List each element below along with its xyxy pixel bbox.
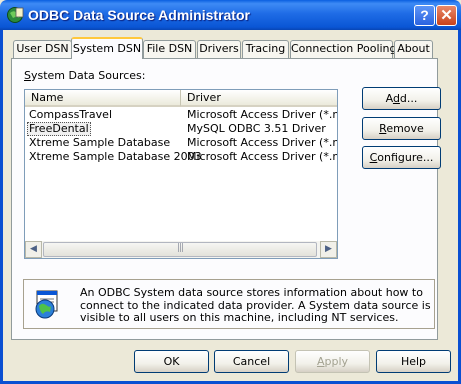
tab-user-dsn[interactable]: User DSN (13, 40, 72, 58)
list-item[interactable]: Xtreme Sample Database 2003 Microsoft Ac… (25, 150, 337, 164)
column-header-name[interactable]: Name (25, 90, 181, 107)
info-description: An ODBC System data source stores inform… (80, 286, 431, 324)
dsn-driver: Microsoft Access Driver (*.mdb) (187, 136, 337, 149)
dsn-name: CompassTravel (29, 108, 113, 121)
tab-system-dsn[interactable]: System DSN (71, 37, 143, 59)
tab-file-dsn[interactable]: File DSN (143, 40, 196, 58)
data-sources-list[interactable]: Name Driver CompassTravel Microsoft Acce… (24, 89, 338, 259)
window-frame-left (0, 30, 3, 384)
dsn-name: FreeDental (27, 122, 91, 136)
ok-button[interactable]: OK (134, 350, 209, 373)
scroll-left-icon[interactable]: ◀ (25, 241, 42, 258)
list-item[interactable]: CompassTravel Microsoft Access Driver (*… (25, 108, 337, 122)
configure-button[interactable]: Configure... (362, 146, 441, 169)
dsn-driver: Microsoft Access Driver (*.mdb) (187, 150, 337, 163)
system-dsn-globe-icon (35, 290, 58, 319)
list-item[interactable]: Xtreme Sample Database Microsoft Access … (25, 136, 337, 150)
dsn-driver: Microsoft Access Driver (*.mdb) (187, 108, 337, 121)
system-data-sources-label: System Data Sources: (24, 69, 146, 82)
tab-about[interactable]: About (394, 40, 433, 58)
window-title: ODBC Data Source Administrator (28, 7, 250, 23)
apply-button[interactable]: Apply (295, 350, 370, 373)
scroll-thumb[interactable]: ||| (43, 242, 317, 257)
dsn-name: Xtreme Sample Database 2003 (29, 150, 202, 163)
help-title-button[interactable]: ? (414, 5, 435, 26)
dsn-driver: MySQL ODBC 3.51 Driver (187, 122, 326, 135)
title-bar[interactable]: ODBC Data Source Administrator ? ✕ (0, 0, 461, 30)
list-item-selected[interactable]: FreeDental MySQL ODBC 3.51 Driver (25, 122, 337, 136)
close-button[interactable]: ✕ (436, 5, 457, 26)
odbc-app-icon (7, 7, 24, 23)
tab-drivers[interactable]: Drivers (197, 40, 241, 58)
scroll-right-icon[interactable]: ▶ (320, 241, 337, 258)
column-header-driver[interactable]: Driver (181, 90, 337, 107)
info-box: An ODBC System data source stores inform… (23, 279, 435, 329)
add-button[interactable]: Add... (362, 87, 441, 110)
horizontal-scrollbar[interactable]: ◀ ||| ▶ (25, 241, 337, 258)
tab-connection-pooling[interactable]: Connection Pooling (290, 40, 397, 58)
help-button[interactable]: Help (376, 350, 451, 373)
dsn-name: Xtreme Sample Database (29, 136, 171, 149)
remove-button[interactable]: Remove (362, 117, 441, 140)
cancel-button[interactable]: Cancel (214, 350, 289, 373)
tab-tracing[interactable]: Tracing (242, 40, 289, 58)
